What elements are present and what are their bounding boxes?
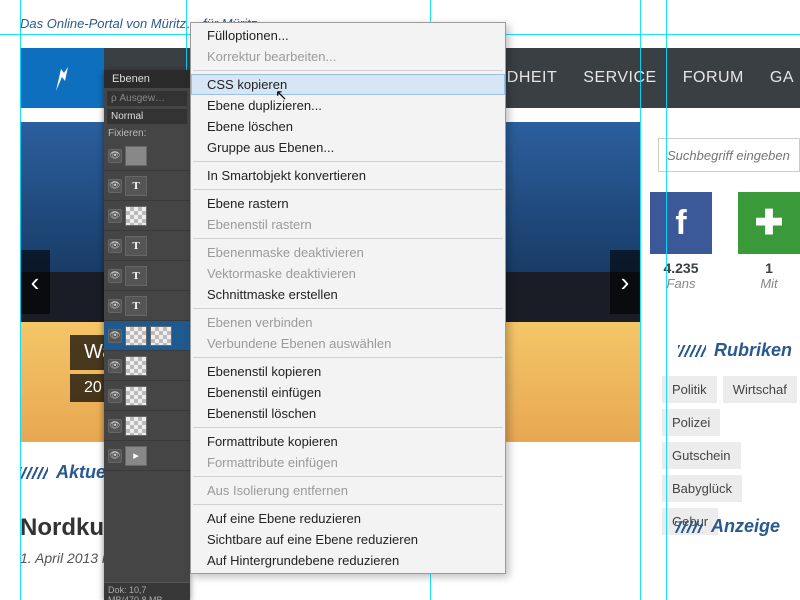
slider-next-button[interactable]: › bbox=[610, 250, 640, 314]
facebook-tile[interactable]: f bbox=[650, 192, 712, 254]
menu-item[interactable]: Ebenenstil einfügen bbox=[191, 382, 505, 403]
ps-layer-row[interactable]: 👁 bbox=[104, 201, 190, 231]
search-input[interactable] bbox=[658, 138, 800, 172]
ps-layer-row[interactable]: 👁T bbox=[104, 261, 190, 291]
visibility-toggle-icon[interactable]: 👁 bbox=[108, 359, 122, 373]
menu-item: Ebenenstil rastern bbox=[191, 214, 505, 235]
visibility-toggle-icon[interactable]: 👁 bbox=[108, 179, 122, 193]
tag-list: PolitikWirtschafPolizei Gutschein Babyglüc… bbox=[662, 376, 800, 535]
ps-layer-row[interactable]: 👁 bbox=[104, 321, 190, 351]
ps-doc-status: Dok: 10,7 MB/470,8 MB bbox=[104, 582, 190, 600]
nav-item[interactable]: SERVICE bbox=[583, 69, 656, 87]
layer-mask-thumb bbox=[150, 326, 172, 346]
visibility-toggle-icon[interactable]: 👁 bbox=[108, 299, 122, 313]
menu-item[interactable]: Ebenenstil löschen bbox=[191, 403, 505, 424]
visibility-toggle-icon[interactable]: 👁 bbox=[108, 449, 122, 463]
ps-layer-row[interactable]: 👁▸ bbox=[104, 441, 190, 471]
visibility-toggle-icon[interactable]: 👁 bbox=[108, 389, 122, 403]
layer-thumb: T bbox=[125, 236, 147, 256]
nav-item[interactable]: FORUM bbox=[683, 69, 744, 87]
site-logo[interactable] bbox=[20, 48, 104, 108]
social-tiles: f 4.235 Fans ✚ 1 Mit bbox=[650, 192, 800, 291]
menu-item[interactable]: Ebene rastern bbox=[191, 193, 505, 214]
visibility-toggle-icon[interactable]: 👁 bbox=[108, 419, 122, 433]
menu-item: Korrektur bearbeiten... bbox=[191, 46, 505, 67]
social2-count: 1 bbox=[738, 260, 800, 276]
menu-item[interactable]: Auf eine Ebene reduzieren bbox=[191, 508, 505, 529]
menu-separator bbox=[193, 357, 503, 358]
layer-thumb: T bbox=[125, 266, 147, 286]
menu-separator bbox=[193, 308, 503, 309]
ps-layer-row[interactable]: 👁 bbox=[104, 141, 190, 171]
ps-layer-row[interactable]: 👁 bbox=[104, 351, 190, 381]
visibility-toggle-icon[interactable]: 👁 bbox=[108, 149, 122, 163]
menu-item: Formattribute einfügen bbox=[191, 452, 505, 473]
menu-separator bbox=[193, 504, 503, 505]
visibility-toggle-icon[interactable]: 👁 bbox=[108, 329, 122, 343]
layer-thumb: T bbox=[125, 176, 147, 196]
menu-item[interactable]: Sichtbare auf eine Ebene reduzieren bbox=[191, 529, 505, 550]
layer-thumb: ▸ bbox=[125, 446, 147, 466]
layer-thumb bbox=[125, 386, 147, 406]
layer-context-menu[interactable]: Fülloptionen...Korrektur bearbeiten... CS… bbox=[190, 22, 506, 574]
menu-separator bbox=[193, 238, 503, 239]
menu-item: Verbundene Ebenen auswählen bbox=[191, 333, 505, 354]
layer-thumb bbox=[125, 326, 147, 346]
menu-separator bbox=[193, 476, 503, 477]
menu-item[interactable]: Auf Hintergrundebene reduzieren bbox=[191, 550, 505, 571]
layer-thumb bbox=[125, 206, 147, 226]
tag-item[interactable]: Politik bbox=[662, 376, 717, 403]
layer-thumb bbox=[125, 356, 147, 376]
menu-item[interactable]: CSS kopieren bbox=[191, 74, 505, 95]
tag-item[interactable]: Wirtschaf bbox=[723, 376, 797, 403]
tag-item[interactable]: Polizei bbox=[662, 409, 720, 436]
section-anzeige: Anzeige bbox=[675, 516, 780, 537]
facebook-count: 4.235 bbox=[650, 260, 712, 276]
ps-lock-row: Fixieren: bbox=[104, 126, 190, 141]
ps-layers-panel[interactable]: Ebenen ρ Ausgew… Normal Fixieren: 👁👁T👁👁T… bbox=[104, 70, 190, 600]
menu-item: Aus Isolierung entfernen bbox=[191, 480, 505, 501]
section-rubriken: Rubriken bbox=[678, 340, 792, 361]
visibility-toggle-icon[interactable]: 👁 bbox=[108, 209, 122, 223]
menu-item[interactable]: Ebene löschen bbox=[191, 116, 505, 137]
visibility-toggle-icon[interactable]: 👁 bbox=[108, 269, 122, 283]
nav-links: UNDHEIT SERVICE FORUM GA bbox=[483, 48, 794, 108]
ps-tab-layers[interactable]: Ebenen bbox=[104, 70, 190, 88]
menu-separator bbox=[193, 161, 503, 162]
ps-layer-filter[interactable]: ρ Ausgew… bbox=[107, 91, 187, 106]
menu-item: Ebenenmaske deaktivieren bbox=[191, 242, 505, 263]
ps-layer-row[interactable]: 👁T bbox=[104, 171, 190, 201]
tag-item[interactable]: Babyglück bbox=[662, 475, 742, 502]
layer-thumb bbox=[125, 146, 147, 166]
menu-item[interactable]: Formattribute kopieren bbox=[191, 431, 505, 452]
slider-prev-button[interactable]: ‹ bbox=[20, 250, 50, 314]
menu-separator bbox=[193, 427, 503, 428]
tag-item[interactable]: Gutschein bbox=[662, 442, 741, 469]
ps-blend-mode[interactable]: Normal bbox=[107, 109, 187, 124]
social2-label: Mit bbox=[738, 276, 800, 291]
social-tile-2[interactable]: ✚ bbox=[738, 192, 800, 254]
menu-item[interactable]: Schnittmaske erstellen bbox=[191, 284, 505, 305]
ps-layer-row[interactable]: 👁 bbox=[104, 381, 190, 411]
visibility-toggle-icon[interactable]: 👁 bbox=[108, 239, 122, 253]
menu-item[interactable]: Fülloptionen... bbox=[191, 25, 505, 46]
menu-item: Vektormaske deaktivieren bbox=[191, 263, 505, 284]
ps-layer-row[interactable]: 👁T bbox=[104, 231, 190, 261]
menu-item[interactable]: In Smartobjekt konvertieren bbox=[191, 165, 505, 186]
nav-item[interactable]: GA bbox=[770, 69, 794, 87]
menu-separator bbox=[193, 70, 503, 71]
ps-layer-row[interactable]: 👁T bbox=[104, 291, 190, 321]
facebook-label: Fans bbox=[650, 276, 712, 291]
layer-thumb bbox=[125, 416, 147, 436]
menu-separator bbox=[193, 189, 503, 190]
menu-item[interactable]: Gruppe aus Ebenen... bbox=[191, 137, 505, 158]
menu-item[interactable]: Ebenenstil kopieren bbox=[191, 361, 505, 382]
ps-layer-row[interactable]: 👁 bbox=[104, 411, 190, 441]
menu-item[interactable]: Ebene duplizieren... bbox=[191, 95, 505, 116]
layer-thumb: T bbox=[125, 296, 147, 316]
menu-item: Ebenen verbinden bbox=[191, 312, 505, 333]
